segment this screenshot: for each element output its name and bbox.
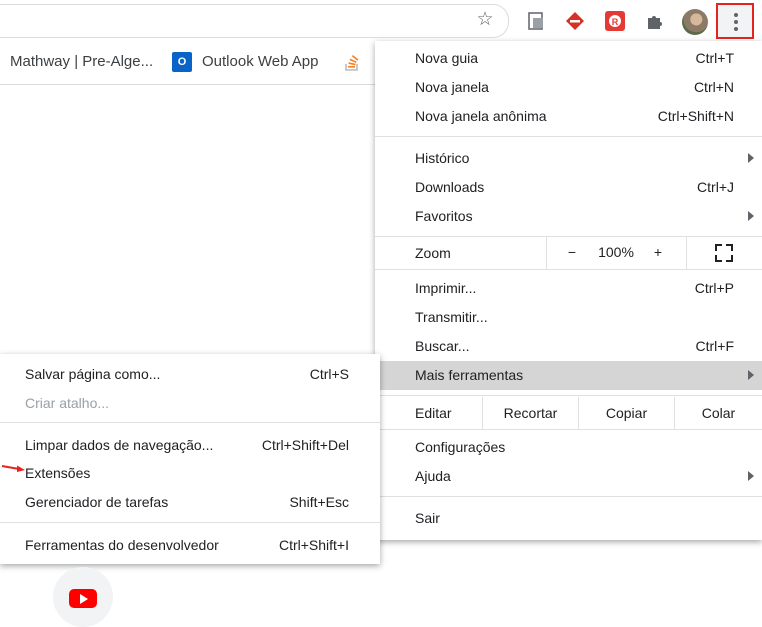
paste-button[interactable]: Colar: [674, 397, 762, 429]
chrome-main-menu: Nova guia Ctrl+T Nova janela Ctrl+N Nova…: [375, 41, 762, 540]
submenu-item-task-manager[interactable]: Gerenciador de tarefas Shift+Esc: [0, 488, 380, 517]
submenu-item-shortcut: Ctrl+Shift+I: [278, 537, 349, 553]
profile-avatar[interactable]: [682, 9, 708, 35]
bookmark-outlook[interactable]: Outlook Web App: [202, 53, 318, 70]
menu-item-help[interactable]: Ajuda: [375, 462, 762, 491]
more-tools-submenu: Salvar página como... Ctrl+S Criar atalh…: [0, 354, 380, 564]
screenshot-extension-icon[interactable]: [525, 10, 547, 32]
youtube-shortcut[interactable]: [53, 567, 113, 627]
menu-divider: [375, 496, 762, 497]
menu-item-history[interactable]: Histórico: [375, 144, 762, 173]
submenu-item-developer-tools[interactable]: Ferramentas do desenvolvedor Ctrl+Shift+…: [0, 531, 380, 560]
bookmarks-bar: Mathway | Pre-Alge... O Outlook Web App: [0, 41, 380, 85]
menu-divider: [375, 136, 762, 137]
zoom-in-button[interactable]: +: [651, 244, 665, 260]
menu-divider: [375, 395, 762, 396]
submenu-arrow-icon: [748, 153, 754, 163]
menu-item-shortcut: Ctrl+P: [694, 280, 734, 296]
menu-item-label: Favoritos: [415, 208, 473, 224]
zoom-level: 100%: [598, 244, 634, 260]
menu-item-settings[interactable]: Configurações: [375, 433, 762, 462]
fullscreen-icon[interactable]: [715, 244, 733, 262]
menu-item-shortcut: Ctrl+N: [693, 79, 734, 95]
submenu-arrow-icon: [748, 370, 754, 380]
menu-item-label: Nova guia: [415, 50, 479, 66]
menu-item-label: Mais ferramentas: [415, 367, 524, 383]
menu-item-label: Buscar...: [415, 338, 470, 354]
red-arrow-annotation-icon: [1, 465, 25, 472]
submenu-item-save-page[interactable]: Salvar página como... Ctrl+S: [0, 360, 380, 389]
zoom-label: Zoom: [415, 245, 451, 261]
menu-item-label: Nova janela: [415, 79, 489, 95]
edit-row: Editar Recortar Copiar Colar: [375, 397, 762, 429]
menu-item-new-window[interactable]: Nova janela Ctrl+N: [375, 73, 762, 102]
submenu-item-label: Limpar dados de navegação...: [25, 437, 214, 453]
copy-button[interactable]: Copiar: [578, 397, 674, 429]
menu-item-bookmarks[interactable]: Favoritos: [375, 202, 762, 231]
submenu-arrow-icon: [748, 211, 754, 221]
zoom-row: Zoom − 100% +: [375, 237, 762, 269]
menu-item-shortcut: Ctrl+Shift+N: [657, 108, 734, 124]
menu-item-label: Transmitir...: [415, 309, 488, 325]
menu-item-shortcut: Ctrl+J: [697, 179, 734, 195]
menu-item-downloads[interactable]: Downloads Ctrl+J: [375, 173, 762, 202]
menu-item-shortcut: Ctrl+F: [695, 338, 735, 354]
submenu-item-clear-browsing-data[interactable]: Limpar dados de navegação... Ctrl+Shift+…: [0, 431, 380, 460]
menu-item-incognito-window[interactable]: Nova janela anônima Ctrl+Shift+N: [375, 102, 762, 131]
menu-item-label: Histórico: [415, 150, 470, 166]
youtube-icon: [69, 589, 97, 608]
submenu-item-create-shortcut: Criar atalho...: [0, 389, 380, 418]
browser-toolbar: ☆ R: [0, 0, 762, 41]
svg-text:R: R: [612, 17, 619, 27]
star-icon[interactable]: ☆: [474, 9, 496, 31]
three-dots-vertical-icon[interactable]: [716, 3, 754, 39]
cut-button[interactable]: Recortar: [482, 397, 578, 429]
submenu-item-extensions[interactable]: Extensões: [0, 459, 380, 488]
submenu-item-label: Criar atalho...: [25, 395, 110, 411]
submenu-item-shortcut: Ctrl+S: [309, 366, 349, 382]
menu-item-shortcut: Ctrl+T: [695, 50, 735, 66]
menu-item-exit[interactable]: Sair: [375, 504, 762, 533]
submenu-item-label: Extensões: [25, 465, 91, 481]
submenu-arrow-icon: [748, 471, 754, 481]
menu-item-find[interactable]: Buscar... Ctrl+F: [375, 332, 762, 361]
submenu-item-shortcut: Ctrl+Shift+Del: [261, 437, 349, 453]
outlook-icon: O: [172, 52, 192, 72]
menu-item-print[interactable]: Imprimir... Ctrl+P: [375, 274, 762, 303]
zoom-out-button[interactable]: −: [565, 244, 579, 260]
edit-label: Editar: [415, 405, 452, 421]
submenu-item-label: Gerenciador de tarefas: [25, 494, 169, 510]
submenu-item-label: Ferramentas do desenvolvedor: [25, 537, 219, 553]
menu-divider: [375, 429, 762, 430]
menu-divider: [0, 422, 380, 423]
menu-item-cast[interactable]: Transmitir...: [375, 303, 762, 332]
submenu-item-label: Salvar página como...: [25, 366, 161, 382]
submenu-item-shortcut: Shift+Esc: [289, 494, 349, 510]
menu-divider: [375, 269, 762, 270]
menu-item-label: Imprimir...: [415, 280, 477, 296]
zoom-controls: − 100% +: [546, 237, 687, 269]
menu-item-new-tab[interactable]: Nova guia Ctrl+T: [375, 44, 762, 73]
red-r-extension-icon[interactable]: R: [604, 10, 626, 32]
menu-item-label: Configurações: [415, 439, 506, 455]
menu-item-label: Nova janela anônima: [415, 108, 547, 124]
menu-item-label: Sair: [415, 510, 440, 526]
bookmark-mathway[interactable]: Mathway | Pre-Alge...: [10, 53, 153, 70]
red-diamond-extension-icon[interactable]: [564, 10, 586, 32]
menu-item-more-tools[interactable]: Mais ferramentas: [375, 361, 762, 390]
stackoverflow-icon[interactable]: [344, 52, 360, 72]
menu-divider: [0, 522, 380, 523]
address-bar[interactable]: [0, 4, 509, 38]
menu-item-label: Ajuda: [415, 468, 451, 484]
puzzle-extensions-icon[interactable]: [644, 10, 666, 32]
menu-item-label: Downloads: [415, 179, 485, 195]
